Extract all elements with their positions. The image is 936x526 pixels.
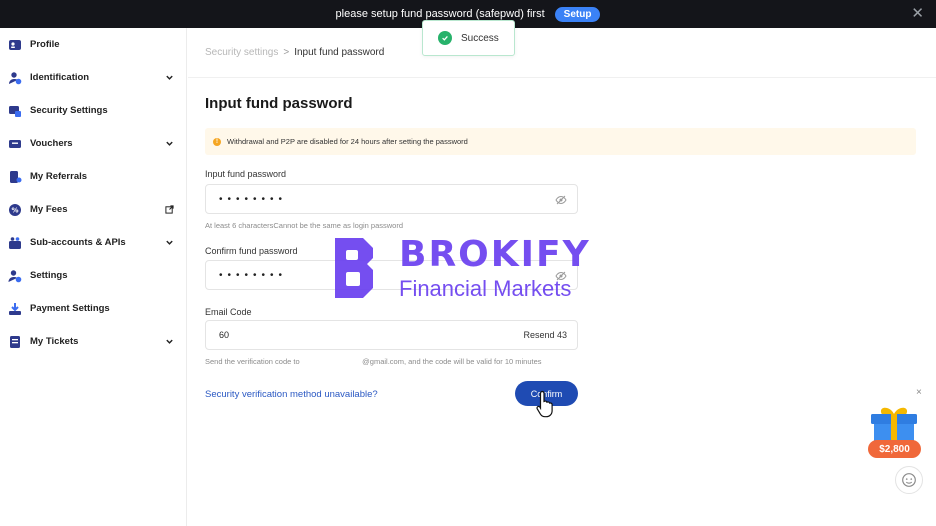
- profile-card-icon: [8, 38, 22, 52]
- promo-close-icon[interactable]: ×: [916, 387, 922, 398]
- sidebar-item-profile[interactable]: Profile: [0, 28, 186, 61]
- check-circle-icon: [438, 31, 452, 45]
- toast-text: Success: [461, 32, 499, 44]
- sidebar-item-label: My Referrals: [30, 171, 88, 182]
- resend-code-button[interactable]: Resend 43: [523, 330, 567, 340]
- email-code-label: Email Code: [205, 307, 252, 317]
- promo-amount-badge[interactable]: $2,800: [868, 440, 921, 458]
- sidebar-item-label: My Tickets: [30, 336, 79, 347]
- sidebar-item-security-settings[interactable]: Security Settings: [0, 94, 186, 127]
- referral-icon: [8, 170, 22, 184]
- warning-text: Withdrawal and P2P are disabled for 24 h…: [227, 137, 468, 146]
- ticket-icon: [8, 335, 22, 349]
- main-content: Security settings > Input fund password …: [188, 28, 936, 526]
- verification-unavailable-link[interactable]: Security verification method unavailable…: [205, 389, 378, 400]
- fund-password-label: Input fund password: [205, 169, 287, 179]
- sidebar-item-sub-accounts-apis[interactable]: Sub-accounts & APIs: [0, 226, 186, 259]
- eye-off-icon[interactable]: [555, 194, 567, 206]
- sidebar-item-label: Profile: [30, 39, 60, 50]
- breadcrumb-parent-link[interactable]: Security settings: [205, 47, 278, 58]
- chevron-down-icon[interactable]: [164, 236, 174, 248]
- sidebar-item-payment-settings[interactable]: Payment Settings: [0, 292, 186, 325]
- sidebar-item-my-tickets[interactable]: My Tickets: [0, 325, 186, 358]
- sidebar-item-label: Security Settings: [30, 105, 108, 116]
- svg-text:%: %: [11, 206, 18, 214]
- hand-pointer-icon: [536, 390, 553, 418]
- email-code-hint: Send the verification code to @gmail.com…: [205, 357, 542, 366]
- user-check-icon: [8, 71, 22, 85]
- chevron-down-icon[interactable]: [164, 137, 174, 149]
- confirm-password-value: ••••••••: [219, 269, 288, 281]
- shield-lock-icon: [8, 104, 22, 118]
- user-gear-icon: [8, 269, 22, 283]
- external-link-icon[interactable]: [164, 203, 174, 215]
- page-title: Input fund password: [205, 95, 353, 112]
- email-code-field[interactable]: 60 Resend 43: [205, 320, 578, 350]
- sidebar-item-label: Settings: [30, 270, 68, 281]
- fund-password-value: ••••••••: [219, 193, 288, 205]
- banner-message: please setup fund password (safepwd) fir…: [335, 8, 545, 20]
- sub-accounts-icon: [8, 236, 22, 250]
- confirm-password-field[interactable]: ••••••••: [205, 260, 578, 290]
- sidebar-item-label: Payment Settings: [30, 303, 110, 314]
- sidebar-item-my-referrals[interactable]: My Referrals: [0, 160, 186, 193]
- sidebar-item-my-fees[interactable]: % My Fees: [0, 193, 186, 226]
- support-face-icon: [902, 473, 916, 487]
- chevron-down-icon[interactable]: [164, 335, 174, 347]
- fund-password-field[interactable]: ••••••••: [205, 184, 578, 214]
- success-toast: Success: [422, 20, 515, 56]
- percent-icon: %: [8, 203, 22, 217]
- sidebar-item-settings[interactable]: Settings: [0, 259, 186, 292]
- breadcrumb: Security settings > Input fund password: [188, 28, 936, 78]
- sidebar-item-label: My Fees: [30, 204, 68, 215]
- setup-button[interactable]: Setup: [554, 6, 601, 22]
- fund-password-hint: At least 6 charactersCannot be the same …: [205, 221, 404, 230]
- warning-notice: ! Withdrawal and P2P are disabled for 24…: [205, 128, 916, 155]
- sidebar-item-identification[interactable]: Identification: [0, 61, 186, 94]
- sidebar-item-label: Sub-accounts & APIs: [30, 237, 126, 248]
- warning-icon: !: [213, 137, 221, 146]
- banner-close-icon[interactable]: ✕: [911, 6, 924, 21]
- support-chat-button[interactable]: [895, 466, 923, 494]
- payment-download-icon: [8, 302, 22, 316]
- eye-off-icon[interactable]: [555, 270, 567, 282]
- breadcrumb-separator: >: [283, 47, 290, 58]
- sidebar-item-vouchers[interactable]: Vouchers: [0, 127, 186, 160]
- email-code-value: 60: [219, 330, 230, 340]
- breadcrumb-current: Input fund password: [294, 47, 385, 58]
- sidebar-item-label: Vouchers: [30, 138, 73, 149]
- chevron-down-icon[interactable]: [164, 71, 174, 83]
- sidebar-item-label: Identification: [30, 72, 90, 83]
- sidebar: Profile Identification Security Settings…: [0, 28, 187, 526]
- confirm-password-label: Confirm fund password: [205, 246, 298, 256]
- voucher-icon: [8, 137, 22, 151]
